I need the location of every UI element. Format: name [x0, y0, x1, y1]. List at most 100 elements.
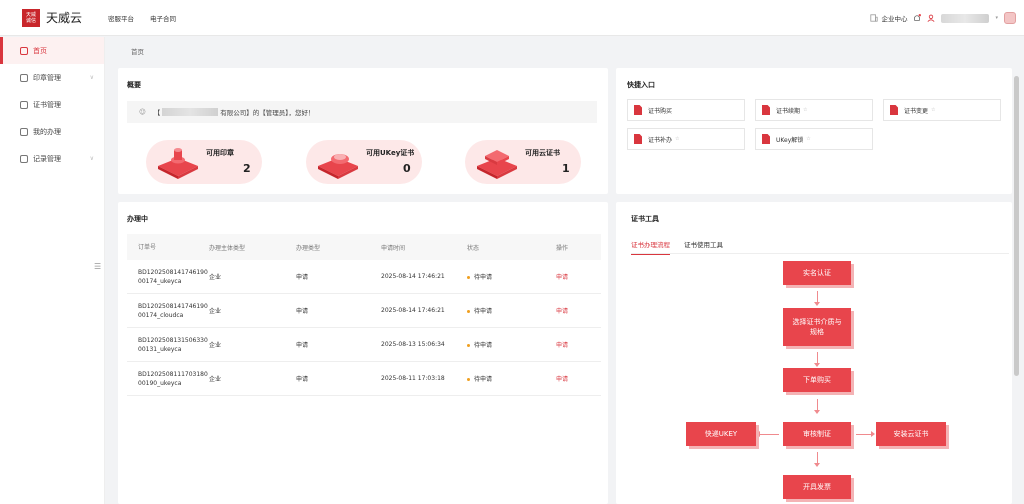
- avatar[interactable]: [1004, 12, 1016, 24]
- ukey-stat-icon: [318, 154, 358, 179]
- subject-type: 企业: [209, 308, 222, 315]
- top-nav: 密服平台 电子合同: [108, 13, 176, 23]
- star-icon[interactable]: ☆: [675, 136, 679, 142]
- flow-step-select-medium: 选择证书介质与规格: [783, 308, 851, 346]
- subject-type: 企业: [209, 274, 222, 281]
- order-number-line: 00131_ukeyca: [138, 345, 182, 353]
- apply-action-link[interactable]: 申请: [556, 340, 601, 349]
- order-number-line: 00174_cloudca: [138, 311, 184, 319]
- status-badge: 待申请: [467, 272, 556, 281]
- sidebar-collapse-icon[interactable]: ☰: [94, 262, 104, 282]
- status-text: 待申请: [474, 376, 493, 383]
- stat-label: 可用云证书: [525, 149, 560, 157]
- greeting-prefix: 【: [153, 109, 161, 117]
- greeting-bar: ☺ 【 有限公司】的【管理员】，您好！: [127, 101, 597, 123]
- quick-entry-cert-reissue[interactable]: 证书补办 ☆: [627, 128, 745, 150]
- apply-time: 2025-08-14 17:46:21: [381, 273, 445, 280]
- home-icon: [20, 46, 28, 55]
- order-number: BD1202508111703180 00190_ukeyca: [127, 370, 209, 388]
- sidebar-item-certificate-management[interactable]: 证书管理: [0, 91, 104, 118]
- sidebar-item-my-tasks[interactable]: 我的办理: [0, 118, 104, 145]
- task-type: 申请: [296, 376, 309, 383]
- chevron-down-icon: ∨: [89, 155, 94, 162]
- user-name-redacted[interactable]: [941, 13, 990, 23]
- table-row: BD1202508131506330 00131_ukeyca 企业 申请 202…: [127, 328, 601, 362]
- table-row: BD1202508141746190 00174_cloudca 企业 申请 20…: [127, 294, 601, 328]
- quick-entry-label: 证书变更: [904, 107, 929, 115]
- task-type: 申请: [296, 274, 309, 281]
- sidebar: 首页 印章管理 ∨ 证书管理 我的办理 记录管理 ∨: [0, 37, 105, 504]
- sidebar-item-label: 首页: [33, 46, 47, 55]
- building-icon: [870, 14, 879, 22]
- certificate-icon: [762, 105, 770, 115]
- order-number-line: BD1202508111703180: [138, 370, 208, 378]
- logo[interactable]: 天威 诚信 天威云: [22, 8, 82, 27]
- table-row: BD1202508111703180 00190_ukeyca 企业 申请 202…: [127, 362, 601, 396]
- stat-value: 0: [403, 162, 411, 175]
- quick-entry-cert-renewal[interactable]: 证书续期 ☆: [755, 99, 873, 121]
- stat-available-cloud-certs: 可用云证书 1: [465, 140, 581, 184]
- stat-available-seals: 可用印章 2: [146, 140, 262, 184]
- order-number: BD1202508141746190 00174_cloudca: [127, 302, 209, 320]
- top-right-area: 企业中心 ▾: [870, 0, 1016, 36]
- apply-action-link[interactable]: 申请: [556, 374, 601, 383]
- sidebar-item-record-management[interactable]: 记录管理 ∨: [0, 145, 104, 172]
- flow-arrow: [814, 291, 820, 306]
- chevron-down-icon[interactable]: ▾: [995, 15, 998, 21]
- seal-stat-icon: [158, 148, 198, 179]
- flow-arrow: [814, 399, 820, 414]
- flow-step-review: 审核制证: [783, 422, 851, 446]
- flow-step-issue-invoice: 开具发票: [783, 475, 851, 499]
- task-type: 申请: [296, 342, 309, 349]
- stat-available-ukey-certs: 可用UKey证书 0: [306, 140, 422, 184]
- ukey-icon: [762, 134, 770, 144]
- subject-type: 企业: [209, 342, 222, 349]
- enterprise-center-label: 企业中心: [881, 15, 908, 23]
- apply-action-link[interactable]: 申请: [556, 272, 601, 281]
- seal-icon: [20, 73, 28, 82]
- status-dot: [467, 310, 470, 313]
- apply-time: 2025-08-13 15:06:34: [381, 341, 445, 348]
- sidebar-item-seal-management[interactable]: 印章管理 ∨: [0, 64, 104, 91]
- company-name-redacted: [162, 108, 219, 116]
- status-badge: 待申请: [467, 306, 556, 315]
- nav-item-e-contract[interactable]: 电子合同: [150, 13, 176, 23]
- quick-entry-ukey-unlock[interactable]: UKey解锁 ☆: [755, 128, 873, 150]
- cert-tools-title: 证书工具: [631, 215, 659, 223]
- page-scrollbar[interactable]: [1014, 68, 1019, 504]
- flow-arrow: [756, 431, 779, 437]
- flow-step-place-order: 下单购买: [783, 368, 851, 392]
- column-header: 办理主体类型: [209, 244, 246, 252]
- breadcrumb[interactable]: 首页: [131, 46, 144, 56]
- quick-entry-label: 证书补办: [648, 136, 673, 144]
- quick-entry-label: UKey解锁: [776, 136, 804, 144]
- status-text: 待申请: [474, 274, 493, 281]
- apply-action-link[interactable]: 申请: [556, 306, 601, 315]
- certificate-icon: [634, 134, 642, 144]
- table-row: BD1202508141746190 00174_ukeyca 企业 申请 202…: [127, 260, 601, 294]
- stat-value: 2: [243, 162, 251, 175]
- flow-arrow: [814, 452, 820, 467]
- quick-entry-cert-purchase[interactable]: 证书购买: [627, 99, 745, 121]
- order-number-line: BD1202508131506330: [138, 336, 208, 344]
- processing-table: 订单号 办理主体类型 办理类型 申请时间 状态 操作 BD12025081417…: [127, 234, 601, 396]
- sidebar-item-label: 记录管理: [33, 154, 61, 163]
- enterprise-center-link[interactable]: 企业中心: [870, 13, 907, 23]
- order-number-line: 00174_ukeyca: [138, 277, 182, 285]
- star-icon[interactable]: ☆: [931, 107, 935, 113]
- quick-entry-cert-change[interactable]: 证书变更 ☆: [883, 99, 1001, 121]
- nav-item-crypto-platform[interactable]: 密服平台: [108, 13, 134, 23]
- star-icon[interactable]: ☆: [806, 136, 810, 142]
- user-icon[interactable]: [927, 14, 935, 22]
- chevron-down-icon: ∨: [89, 74, 94, 81]
- column-header: 办理类型: [296, 244, 321, 252]
- certificate-icon: [890, 105, 898, 115]
- star-icon[interactable]: ☆: [803, 107, 807, 113]
- status-badge: 待申请: [467, 340, 556, 349]
- scrollbar-thumb[interactable]: [1014, 76, 1019, 376]
- flow-step-install-cloud-cert: 安装云证书: [876, 422, 946, 446]
- sidebar-item-home[interactable]: 首页: [0, 37, 104, 64]
- greeting-text: 有限公司】的【管理员】，您好！: [220, 109, 315, 117]
- notification-icon[interactable]: [913, 14, 922, 22]
- stat-label: 可用UKey证书: [366, 149, 415, 157]
